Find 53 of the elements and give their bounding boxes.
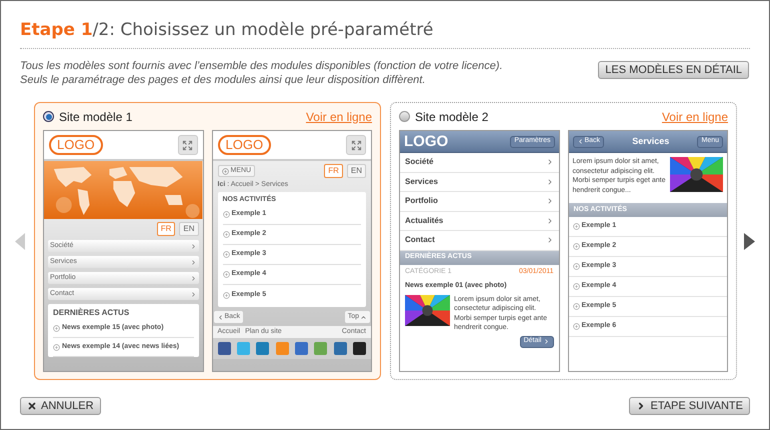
plus-circle-icon (572, 283, 580, 290)
chevron-right-icon (190, 290, 196, 298)
screen-title: Services (632, 134, 670, 148)
plus-circle-icon (222, 211, 230, 218)
menu-item[interactable]: Services (400, 172, 558, 192)
plus-circle-icon (222, 292, 230, 298)
plus-circle-icon (53, 324, 60, 332)
plus-circle-icon (53, 344, 60, 350)
plus-circle-icon (572, 243, 580, 250)
plus-circle-icon (572, 223, 580, 230)
chevron-left-icon (576, 138, 584, 145)
plus-circle-icon (572, 303, 580, 310)
chevron-up-icon (360, 314, 367, 320)
next-step-button[interactable]: ETAPE SUIVANTE (629, 397, 750, 415)
radio-button[interactable] (399, 111, 410, 122)
social-icon[interactable] (352, 342, 366, 355)
plus-circle-icon (222, 168, 228, 174)
page-title: Etape 1/2: Choisissez un modèle pré-paramétré (20, 16, 750, 49)
logo: LOGO (404, 132, 448, 150)
section-title: DERNIÈRES ACTUS (53, 307, 130, 319)
expand-arrows-icon (350, 140, 362, 150)
language-button[interactable]: EN (346, 164, 366, 178)
plus-circle-icon (572, 263, 580, 270)
chevron-right-icon (190, 242, 196, 250)
close-icon (27, 401, 37, 411)
menu-item[interactable]: Société (400, 153, 558, 172)
language-button[interactable]: EN (179, 222, 198, 236)
template-label: Site modèle 2 (415, 108, 488, 126)
expand-button[interactable] (346, 135, 366, 155)
template-card[interactable] (390, 102, 737, 380)
details-button[interactable]: LES MODÈLES EN DÉTAIL (598, 61, 749, 79)
plus-circle-icon (222, 271, 230, 278)
chevron-right-icon (190, 274, 196, 282)
next-arrow-icon[interactable] (744, 232, 755, 250)
plus-circle-icon (222, 231, 230, 238)
chevron-right-icon (190, 258, 196, 266)
intro-text: Seuls le paramétrage des pages et des modules ainsi que leur disposition diffèrent. (20, 73, 426, 87)
menu-item[interactable]: Actualités (400, 212, 558, 231)
radio-button[interactable] (43, 111, 54, 122)
menu-item[interactable]: Portfolio (400, 192, 558, 212)
expand-button[interactable] (178, 135, 198, 155)
expand-arrows-icon (182, 140, 193, 150)
template-card[interactable] (34, 102, 381, 380)
chevron-right-icon (542, 338, 550, 345)
logo: LOGO (218, 135, 272, 155)
plus-circle-icon (222, 251, 230, 258)
cancel-button[interactable]: ANNULER (20, 397, 101, 415)
logo: LOGO (49, 135, 103, 155)
template-label: Site modèle 1 (59, 108, 132, 126)
intro-text: Tous les modèles sont fournis avec l’ensemble des modules disponibles (fonction de votre licence). (20, 59, 503, 73)
plus-circle-icon (572, 323, 580, 330)
chevron-left-icon (216, 314, 224, 320)
social-icon[interactable] (218, 342, 230, 355)
